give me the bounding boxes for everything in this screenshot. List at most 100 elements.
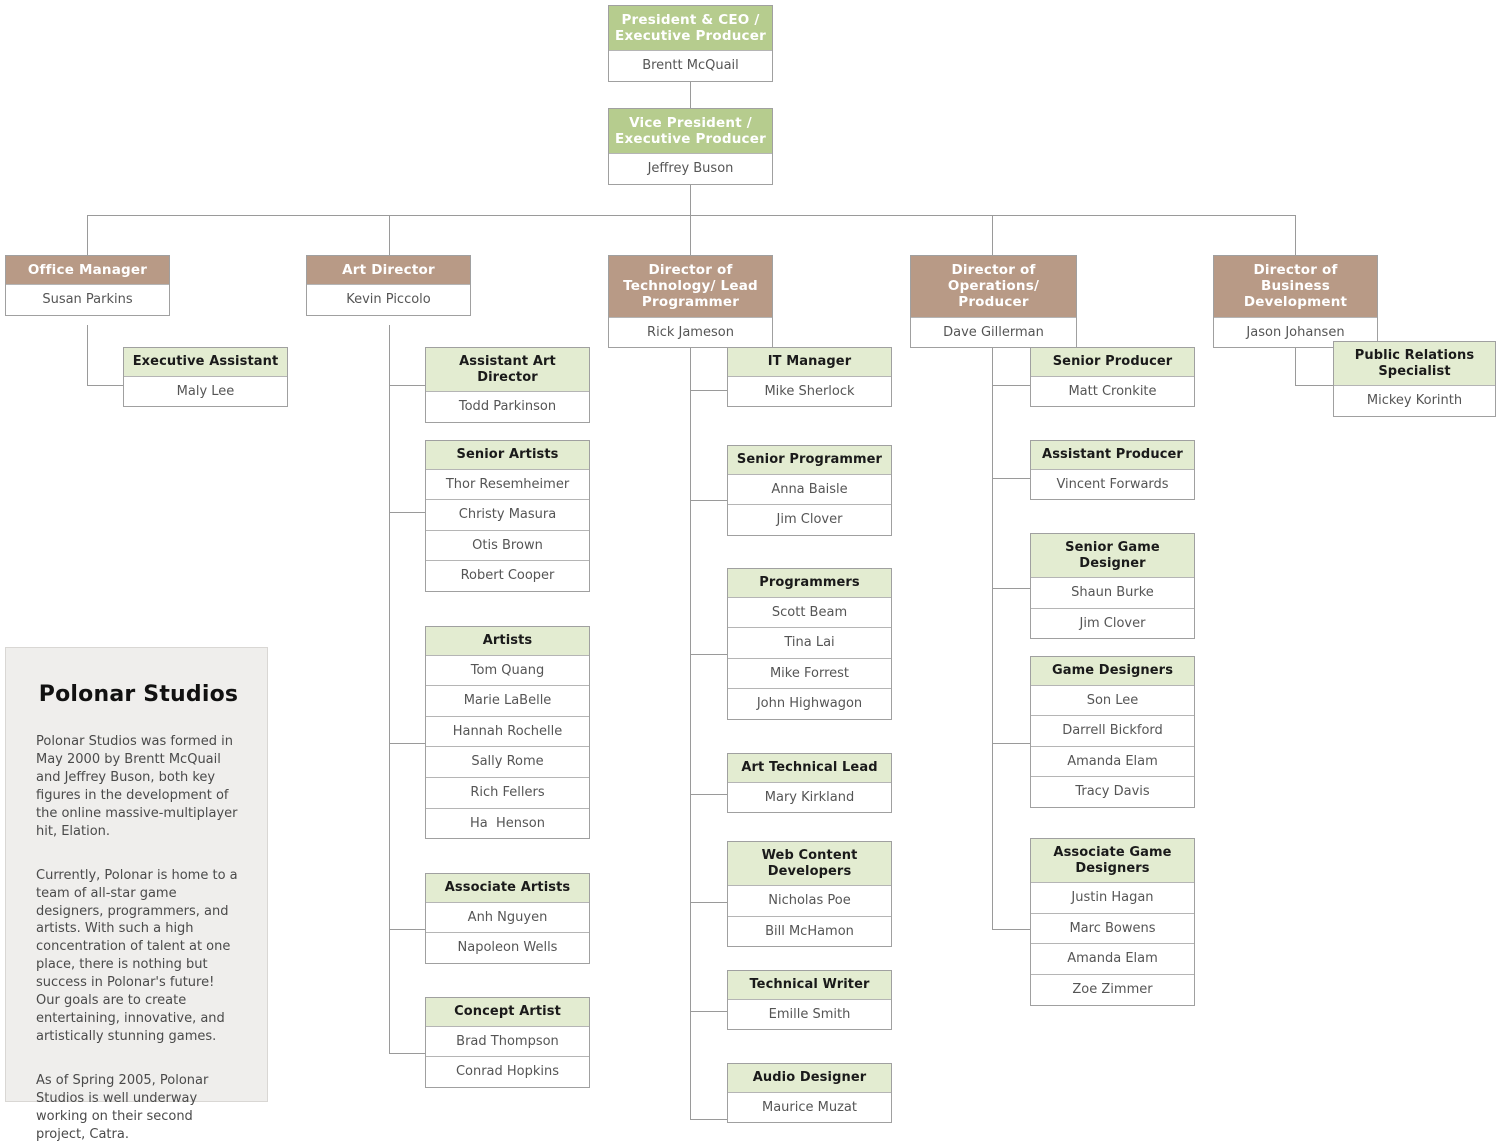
node-associate-game-designers-member-2[interactable]: Amanda Elam	[1031, 943, 1194, 974]
node-associate-artists-member-1[interactable]: Napoleon Wells	[426, 932, 589, 963]
connector-branch-senior-artists	[389, 512, 425, 513]
node-senior-programmer-member-0[interactable]: Anna Baisle	[728, 473, 891, 505]
node-it-manager[interactable]: IT Manager Mike Sherlock	[727, 347, 892, 408]
node-artists-member-0[interactable]: Tom Quang	[426, 654, 589, 686]
node-web-content-developers-title: Web Content Developers	[728, 842, 891, 886]
node-senior-artists-member-1[interactable]: Christy Masura	[426, 499, 589, 530]
node-senior-game-designer-member-0[interactable]: Shaun Burke	[1031, 577, 1194, 608]
node-public-relations[interactable]: Public Relations Specialist Mickey Korin…	[1333, 341, 1496, 417]
node-art-technical-lead[interactable]: Art Technical Lead Mary Kirkland	[727, 753, 892, 814]
node-artists-member-3[interactable]: Sally Rome	[426, 746, 589, 777]
node-public-relations-member[interactable]: Mickey Korinth	[1334, 385, 1495, 416]
node-programmers[interactable]: Programmers Scott Beam Tina Lai Mike For…	[727, 568, 892, 720]
connector-branch-senior-game-designer	[992, 588, 1030, 589]
node-senior-programmer[interactable]: Senior Programmer Anna Baisle Jim Clover	[727, 445, 892, 536]
node-technical-writer-title: Technical Writer	[728, 971, 891, 999]
node-programmers-member-1[interactable]: Tina Lai	[728, 627, 891, 658]
node-game-designers-member-3[interactable]: Tracy Davis	[1031, 776, 1194, 807]
node-director-business[interactable]: Director of Business Development Jason J…	[1213, 255, 1378, 349]
node-concept-artist[interactable]: Concept Artist Brad Thompson Conrad Hopk…	[425, 997, 590, 1088]
node-senior-game-designer[interactable]: Senior Game Designer Shaun Burke Jim Clo…	[1030, 533, 1195, 640]
node-it-manager-member[interactable]: Mike Sherlock	[728, 375, 891, 407]
node-senior-artists-member-3[interactable]: Robert Cooper	[426, 560, 589, 591]
node-programmers-title: Programmers	[728, 569, 891, 597]
node-assistant-producer[interactable]: Assistant Producer Vincent Forwards	[1030, 440, 1195, 501]
node-associate-artists-member-0[interactable]: Anh Nguyen	[426, 901, 589, 933]
node-game-designers-member-1[interactable]: Darrell Bickford	[1031, 715, 1194, 746]
node-web-content-developers-member-1[interactable]: Bill McHamon	[728, 915, 891, 947]
connector-vp-to-bus	[690, 180, 691, 215]
node-director-operations[interactable]: Director of Operations/ Producer Dave Gi…	[910, 255, 1077, 349]
node-senior-game-designer-title: Senior Game Designer	[1031, 534, 1194, 578]
node-senior-programmer-member-1[interactable]: Jim Clover	[728, 504, 891, 535]
node-associate-game-designers-member-0[interactable]: Justin Hagan	[1031, 882, 1194, 913]
node-director-operations-member[interactable]: Dave Gillerman	[911, 316, 1076, 348]
node-senior-producer[interactable]: Senior Producer Matt Cronkite	[1030, 347, 1195, 408]
node-exec-assistant[interactable]: Executive Assistant Maly Lee	[123, 347, 288, 408]
node-art-director[interactable]: Art Director Kevin Piccolo	[306, 255, 471, 316]
node-concept-artist-member-0[interactable]: Brad Thompson	[426, 1025, 589, 1057]
node-audio-designer-member[interactable]: Maurice Muzat	[728, 1091, 891, 1123]
connector-branch-public-relations	[1295, 385, 1333, 386]
connector-bus-to-director-operations	[992, 215, 993, 255]
connector-branch-programmers	[690, 654, 727, 655]
node-programmers-member-3[interactable]: John Highwagon	[728, 688, 891, 719]
node-senior-game-designer-member-1[interactable]: Jim Clover	[1031, 607, 1194, 639]
node-web-content-developers-member-0[interactable]: Nicholas Poe	[728, 885, 891, 916]
node-programmers-member-2[interactable]: Mike Forrest	[728, 657, 891, 689]
node-concept-artist-member-1[interactable]: Conrad Hopkins	[426, 1056, 589, 1087]
node-ceo[interactable]: President & CEO / Executive Producer Bre…	[608, 5, 773, 82]
connector-spine-office-manager	[87, 325, 88, 385]
node-director-technology[interactable]: Director of Technology/ Lead Programmer …	[608, 255, 773, 349]
node-audio-designer[interactable]: Audio Designer Maurice Muzat	[727, 1063, 892, 1124]
connector-bus-to-office-manager	[87, 215, 88, 255]
connector-branch-artists	[389, 743, 425, 744]
node-office-manager-member[interactable]: Susan Parkins	[6, 284, 169, 315]
node-senior-producer-member[interactable]: Matt Cronkite	[1031, 375, 1194, 407]
connector-bus-to-art-director	[389, 215, 390, 255]
node-senior-artists[interactable]: Senior Artists Thor Resemheimer Christy …	[425, 440, 590, 592]
node-artists-member-2[interactable]: Hannah Rochelle	[426, 715, 589, 747]
node-art-technical-lead-member[interactable]: Mary Kirkland	[728, 781, 891, 813]
org-chart-canvas: President & CEO / Executive Producer Bre…	[0, 0, 1500, 1142]
node-web-content-developers[interactable]: Web Content Developers Nicholas Poe Bill…	[727, 841, 892, 948]
node-art-director-member[interactable]: Kevin Piccolo	[307, 284, 470, 315]
connector-branch-art-technical-lead	[690, 794, 727, 795]
node-technical-writer[interactable]: Technical Writer Emille Smith	[727, 970, 892, 1031]
connector-spine-director-operations	[992, 325, 993, 929]
node-senior-artists-member-2[interactable]: Otis Brown	[426, 529, 589, 561]
connector-bus-to-director-business	[1295, 215, 1296, 255]
node-office-manager[interactable]: Office Manager Susan Parkins	[5, 255, 170, 316]
node-senior-programmer-title: Senior Programmer	[728, 446, 891, 474]
connector-branch-associate-game-designers	[992, 929, 1030, 930]
node-programmers-member-0[interactable]: Scott Beam	[728, 596, 891, 628]
connector-spine-art-director	[389, 325, 390, 1053]
node-artists[interactable]: Artists Tom Quang Marie LaBelle Hannah R…	[425, 626, 590, 840]
node-concept-artist-title: Concept Artist	[426, 998, 589, 1026]
node-associate-game-designers-member-3[interactable]: Zoe Zimmer	[1031, 973, 1194, 1005]
node-associate-game-designers[interactable]: Associate Game Designers Justin Hagan Ma…	[1030, 838, 1195, 1006]
node-public-relations-title: Public Relations Specialist	[1334, 342, 1495, 386]
node-ceo-member[interactable]: Brentt McQuail	[609, 50, 772, 81]
node-associate-game-designers-member-1[interactable]: Marc Bowens	[1031, 912, 1194, 944]
node-assistant-art-director-member[interactable]: Todd Parkinson	[426, 391, 589, 422]
node-assistant-producer-title: Assistant Producer	[1031, 441, 1194, 469]
connector-branch-exec-assistant	[87, 385, 123, 386]
node-game-designers[interactable]: Game Designers Son Lee Darrell Bickford …	[1030, 656, 1195, 808]
node-artists-member-5[interactable]: Ha Henson	[426, 807, 589, 839]
node-associate-artists-title: Associate Artists	[426, 874, 589, 902]
node-exec-assistant-member[interactable]: Maly Lee	[124, 375, 287, 407]
node-game-designers-member-0[interactable]: Son Lee	[1031, 684, 1194, 716]
node-vp[interactable]: Vice President / Executive Producer Jeff…	[608, 108, 773, 185]
node-game-designers-member-2[interactable]: Amanda Elam	[1031, 745, 1194, 777]
node-associate-artists[interactable]: Associate Artists Anh Nguyen Napoleon We…	[425, 873, 590, 964]
node-technical-writer-member[interactable]: Emille Smith	[728, 998, 891, 1030]
node-vp-member[interactable]: Jeffrey Buson	[609, 153, 772, 184]
node-senior-artists-member-0[interactable]: Thor Resemheimer	[426, 468, 589, 500]
connector-branch-senior-programmer	[690, 500, 727, 501]
node-artists-member-1[interactable]: Marie LaBelle	[426, 685, 589, 716]
node-assistant-art-director[interactable]: Assistant Art Director Todd Parkinson	[425, 347, 590, 423]
node-artists-member-4[interactable]: Rich Fellers	[426, 776, 589, 808]
node-director-technology-member[interactable]: Rick Jameson	[609, 316, 772, 348]
node-assistant-producer-member[interactable]: Vincent Forwards	[1031, 468, 1194, 500]
